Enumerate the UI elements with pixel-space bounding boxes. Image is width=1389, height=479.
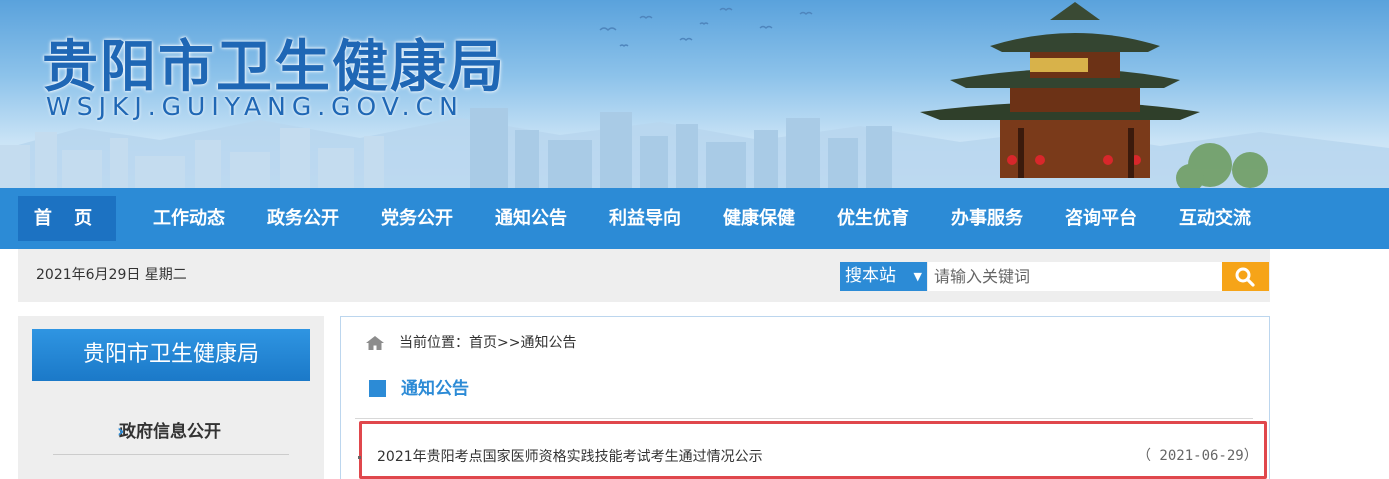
- sidebar-item-gov-info-disclosure[interactable]: › 政府信息公开: [53, 409, 289, 455]
- notice-link[interactable]: 2021年贵阳考点国家医师资格实践技能考试考生通过情况公示: [377, 446, 763, 466]
- search-input[interactable]: [928, 262, 1222, 291]
- nav-item-interaction[interactable]: 互动交流: [1158, 196, 1272, 241]
- square-bullet-icon: [369, 380, 386, 397]
- nav-item-home[interactable]: 首 页: [18, 196, 116, 241]
- nav-item-work-news[interactable]: 工作动态: [132, 196, 246, 241]
- section-title: 通知公告: [401, 379, 469, 399]
- nav-item-benefit-guidance[interactable]: 利益导向: [588, 196, 702, 241]
- search-scope-select[interactable]: 搜本站 ▼: [840, 262, 927, 291]
- nav-item-notices[interactable]: 通知公告: [474, 196, 588, 241]
- caret-down-icon: ▼: [913, 270, 922, 283]
- breadcrumb: 当前位置：首页>>通知公告: [365, 331, 576, 355]
- section-divider: [355, 418, 1253, 419]
- home-icon: [366, 336, 384, 350]
- sidebar: 贵阳市卫生健康局 › 政府信息公开: [18, 316, 324, 479]
- info-bar: 2021年6月29日 星期二 搜本站 ▼: [18, 249, 1270, 302]
- nav-item-eugenics[interactable]: 优生优育: [816, 196, 930, 241]
- site-domain: WSJKJ.GUIYANG.GOV.CN: [46, 92, 464, 121]
- site-banner: 贵阳市卫生健康局 WSJKJ.GUIYANG.GOV.CN: [0, 0, 1389, 188]
- search-icon: [1235, 267, 1255, 287]
- sidebar-title: 贵阳市卫生健康局: [32, 329, 310, 381]
- nav-item-consultation[interactable]: 咨询平台: [1044, 196, 1158, 241]
- notice-date: （ 2021-06-29）: [1137, 448, 1258, 464]
- nav-item-health-care[interactable]: 健康保健: [702, 196, 816, 241]
- nav-item-party-affairs[interactable]: 党务公开: [360, 196, 474, 241]
- breadcrumb-text: 当前位置：首页>>通知公告: [399, 335, 577, 351]
- current-date: 2021年6月29日 星期二: [36, 267, 187, 283]
- sidebar-item-label: 政府信息公开: [119, 422, 221, 442]
- site-title: 贵阳市卫生健康局: [42, 35, 506, 100]
- nav-item-services[interactable]: 办事服务: [930, 196, 1044, 241]
- main-content: 当前位置：首页>>通知公告 通知公告 2021年贵阳考点国家医师资格实践技能考试…: [340, 316, 1270, 479]
- chevron-right-icon: ›: [117, 421, 125, 442]
- list-bullet: [358, 456, 361, 459]
- nav-item-government-affairs[interactable]: 政务公开: [246, 196, 360, 241]
- search-scope-label: 搜本站: [845, 266, 896, 286]
- search-button[interactable]: [1222, 262, 1269, 291]
- main-nav: 首 页 工作动态 政务公开 党务公开 通知公告 利益导向 健康保健 优生优育 办…: [0, 188, 1389, 249]
